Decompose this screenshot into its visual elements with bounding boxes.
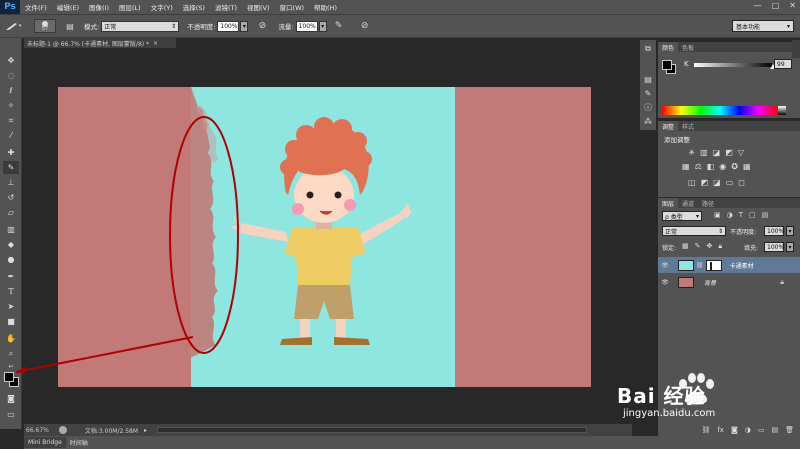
lock-transparency-icon[interactable]: ▦ (682, 242, 689, 251)
k-slider[interactable] (694, 63, 772, 67)
doc-info: 文档:3.00M/2.58M (84, 427, 139, 435)
fill-value: 100% (767, 243, 785, 251)
visibility-eye-icon[interactable]: 👁︎ (658, 262, 672, 269)
horizontal-scrollbar[interactable] (157, 427, 588, 433)
posterize-icon[interactable]: ◩ (701, 178, 709, 187)
tab-paths[interactable]: 路径 (698, 198, 718, 208)
visibility-eye-icon[interactable]: 👁︎ (658, 279, 672, 286)
levels-icon[interactable]: ▥ (700, 148, 708, 157)
filter-kind-label: ρ 类型 (665, 213, 683, 221)
fill-input[interactable]: 100% (764, 242, 784, 252)
filter-smart-icon[interactable]: ▤ (762, 211, 769, 219)
tool-presets-icon[interactable]: ✎ (643, 88, 653, 98)
status-bar: 66.67% 文档:3.00M/2.58M ▸ (24, 424, 632, 436)
color-panel: 颜色 色板 K 99 (658, 42, 800, 118)
color-ramp[interactable] (662, 106, 778, 115)
actions-panel-icon[interactable]: ▤ (643, 74, 653, 84)
tab-channels[interactable]: 通道 (678, 198, 698, 208)
curves-icon[interactable]: ◪ (713, 148, 721, 157)
brightness-contrast-icon[interactable]: ☀ (688, 148, 695, 157)
filter-type-icon[interactable]: T (739, 211, 743, 219)
layer-name: 卡通素材 (729, 262, 754, 270)
layer-thumbnail (678, 259, 694, 271)
baidu-watermark: Bai 经验 jingyan.baidu.com (615, 360, 795, 430)
fill-toggle[interactable]: ▾ (786, 242, 794, 252)
color-balance-icon[interactable]: ⚖ (695, 162, 702, 171)
layer-row[interactable]: 👁︎ ⛓ 卡通素材 (658, 257, 800, 273)
invert-icon[interactable]: ◫ (688, 178, 696, 187)
vibrance-icon[interactable]: ▽ (738, 148, 744, 157)
zoom-level[interactable]: 66.67% (26, 427, 49, 434)
brush-panel-icon[interactable]: ⁂ (643, 116, 653, 126)
filter-pixel-icon[interactable]: ▣ (714, 211, 721, 219)
tab-mini-bridge[interactable]: Mini Bridge (24, 437, 66, 448)
info-panel-icon[interactable]: ⓘ (643, 102, 653, 112)
fill-label: 填充: (744, 245, 759, 252)
filter-adjustment-icon[interactable]: ◑ (727, 211, 733, 219)
annotation-ellipse (169, 116, 239, 354)
bw-ramp[interactable] (778, 106, 786, 115)
channel-label: K (684, 60, 689, 68)
selective-color-icon[interactable]: ◻ (738, 178, 745, 187)
history-panel-icon[interactable]: ⧉ (643, 44, 653, 54)
layer-name: 背景 (704, 279, 717, 287)
add-adjustment-title: 添加调整 (664, 136, 690, 144)
link-icon[interactable]: ⛓ (696, 262, 704, 269)
watermark-brand: Bai 经验 (617, 384, 706, 408)
layer-filter-select[interactable]: ρ 类型 ▾ (662, 211, 702, 221)
tab-layers[interactable]: 图层 (658, 198, 679, 208)
status-menu-icon[interactable] (58, 426, 67, 434)
lock-pixels-icon[interactable]: ✎ (695, 242, 701, 251)
layer-thumbnail (678, 276, 694, 288)
tab-swatches[interactable]: 色板 (678, 42, 698, 52)
annotation-arrow (15, 336, 194, 373)
lock-icon: 🔒︎ (780, 277, 784, 286)
blend-mode-value: 正常 (665, 228, 678, 236)
foreground-color-swatch[interactable] (4, 372, 14, 382)
color-fg-swatch[interactable] (662, 60, 672, 70)
bottom-panel-tabs: Mini Bridge 时间轴 (24, 436, 800, 449)
lock-position-icon[interactable]: ✥ (707, 242, 713, 251)
watermark-url: jingyan.baidu.com (623, 408, 716, 419)
layer-mask-thumbnail[interactable] (705, 259, 722, 271)
hue-saturation-icon[interactable]: ▦ (682, 162, 690, 171)
tab-styles[interactable]: 样式 (678, 121, 698, 131)
lock-all-icon[interactable]: 🔒︎ (718, 242, 722, 251)
lock-label: 锁定: (662, 245, 677, 252)
layer-row[interactable]: 👁︎ 背景 🔒︎ (658, 274, 800, 290)
filter-shape-icon[interactable]: ▢ (749, 211, 756, 219)
adjustments-panel: 调整 样式 添加调整 ☀ ▥ ◪ ◩ ▽ ▦ ⚖ ◧ ◉ ✪ ▦ ◫ ◩ ◪ ▭… (658, 121, 800, 197)
status-arrow-icon[interactable]: ▸ (144, 427, 147, 434)
layer-opacity-value: 100% (767, 227, 785, 235)
photo-filter-icon[interactable]: ◉ (719, 162, 726, 171)
gradient-map-icon[interactable]: ▭ (726, 178, 734, 187)
channel-mixer-icon[interactable]: ✪ (731, 162, 738, 171)
threshold-icon[interactable]: ◪ (713, 178, 721, 187)
layer-opacity-input[interactable]: 100% (764, 226, 784, 236)
color-lookup-icon[interactable]: ▦ (743, 162, 751, 171)
photoshop-window: Ps 文件(F) 编辑(E) 图像(I) 图层(L) 文字(Y) 选择(S) 滤… (0, 0, 800, 449)
tab-timeline[interactable]: 时间轴 (66, 437, 92, 448)
tab-adjustments[interactable]: 调整 (658, 121, 679, 131)
panel-collapse-button[interactable] (792, 40, 800, 58)
panel-dock: ⧉ ▤ ✎ ⓘ ⁂ (640, 40, 656, 130)
black-white-icon[interactable]: ◧ (707, 162, 715, 171)
layer-opacity-toggle[interactable]: ▾ (786, 226, 794, 236)
exposure-icon[interactable]: ◩ (725, 148, 733, 157)
layer-opacity-label: 不透明度: (730, 229, 757, 236)
k-value-input[interactable]: 99 (774, 59, 792, 69)
tab-color[interactable]: 颜色 (658, 42, 679, 52)
blend-mode-select[interactable]: 正常 ⇕ (662, 226, 726, 236)
